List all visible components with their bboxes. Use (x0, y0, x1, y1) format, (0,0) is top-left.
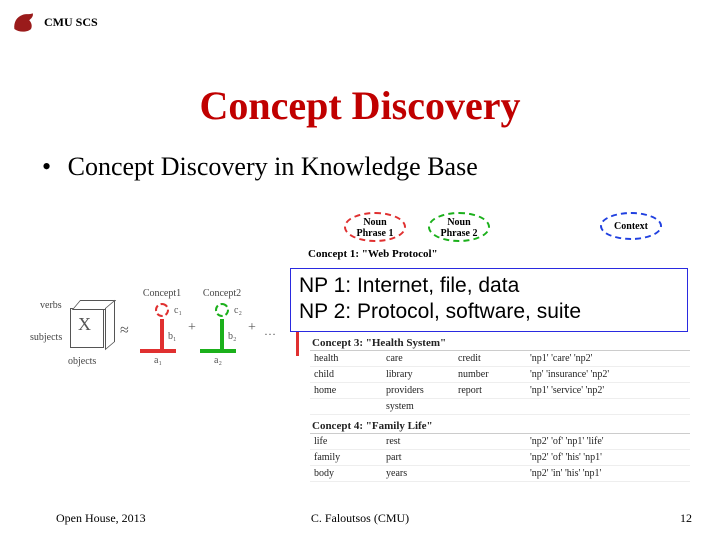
c2-label: c₂ (234, 305, 242, 316)
table-cell (310, 399, 382, 415)
np-callout-box: NP 1: Internet, file, data NP 2: Protoco… (290, 268, 688, 332)
axis-objects-label: objects (68, 356, 96, 367)
oval-noun-phrase-1: Noun Phrase 1 (344, 212, 406, 242)
table-cell (454, 399, 526, 415)
a1-label: a₁ (154, 355, 162, 366)
concept1-col-label: Concept1 (140, 288, 184, 299)
oval-np1-label: Noun Phrase 1 (346, 217, 404, 239)
table-concept-4: Concept 4: "Family Life" life rest 'np2'… (310, 419, 690, 482)
table-cell: system (382, 399, 454, 415)
table-cell: report (454, 383, 526, 399)
table-cell: 'np2' 'of' 'his' 'np1' (526, 450, 690, 466)
b1-bar-icon (160, 319, 164, 349)
ellipsis: … (264, 324, 278, 339)
table-cell: family (310, 450, 382, 466)
a1-bar-icon (140, 349, 176, 353)
concept-header: Noun Phrase 1 Noun Phrase 2 Context Conc… (308, 210, 688, 260)
axis-subjects-label: subjects (30, 332, 62, 343)
oval-context-label: Context (614, 221, 648, 232)
np-line-2: NP 2: Protocol, software, suite (299, 299, 679, 325)
table-cell (454, 450, 526, 466)
red-accent-bar-icon (296, 332, 299, 356)
plus-1: + (188, 320, 196, 336)
concept-1-title: Concept 1: "Web Protocol" (308, 248, 438, 260)
footer-page-number: 12 (680, 511, 692, 526)
table-cell: credit (454, 351, 526, 367)
rank-component-2: Concept2 c₂ b₂ a₂ (200, 288, 244, 363)
bullet-text: Concept Discovery in Knowledge Base (68, 152, 478, 181)
c2-dot-icon (215, 303, 229, 317)
concept-tables: Concept 3: "Health System" health care c… (310, 336, 690, 486)
a2-label: a₂ (214, 355, 222, 366)
b2-label: b₂ (228, 331, 237, 342)
tensor-x-label: X (78, 314, 91, 335)
oval-noun-phrase-2: Noun Phrase 2 (428, 212, 490, 242)
table-cell: providers (382, 383, 454, 399)
footer-center: C. Faloutsos (CMU) (0, 511, 720, 526)
table-cell: care (382, 351, 454, 367)
rank-component-1: Concept1 c₁ b₁ a₁ (140, 288, 184, 363)
table-cell: 'np1' 'service' 'np2' (526, 383, 690, 399)
approx-symbol: ≈ (120, 322, 129, 340)
table-cell (454, 466, 526, 482)
oval-context: Context (600, 212, 662, 240)
table-cell: library (382, 367, 454, 383)
table-cell: child (310, 367, 382, 383)
table-cell: 'np2' 'in' 'his' 'np1' (526, 466, 690, 482)
concept2-col-label: Concept2 (200, 288, 244, 299)
table-cell: rest (382, 434, 454, 450)
table-cell: number (454, 367, 526, 383)
axis-verbs-label: verbs (40, 300, 62, 311)
b1-label: b₁ (168, 331, 177, 342)
table-cell (454, 434, 526, 450)
table-concept-3: Concept 3: "Health System" health care c… (310, 336, 690, 415)
table-cell: years (382, 466, 454, 482)
c1-dot-icon (155, 303, 169, 317)
bullet-line: • Concept Discovery in Knowledge Base (42, 152, 478, 182)
plus-2: + (248, 320, 256, 336)
oval-np2-label: Noun Phrase 2 (430, 217, 488, 239)
table-cell: 'np' 'insurance' 'np2' (526, 367, 690, 383)
b2-bar-icon (220, 319, 224, 349)
table-cell (526, 399, 690, 415)
table-cell: 'np2' 'of' 'np1' 'life' (526, 434, 690, 450)
table-cell: home (310, 383, 382, 399)
np-line-1: NP 1: Internet, file, data (299, 273, 679, 299)
header: CMU SCS (10, 8, 98, 36)
tensor-decomposition-diagram: verbs subjects objects X ≈ Concept1 c₁ b… (40, 280, 300, 390)
a2-bar-icon (200, 349, 236, 353)
table-cell: health (310, 351, 382, 367)
table-cell: 'np1' 'care' 'np2' (526, 351, 690, 367)
slide-title: Concept Discovery (0, 82, 720, 129)
c1-label: c₁ (174, 305, 182, 316)
table-cell: body (310, 466, 382, 482)
scotty-dog-logo-icon (10, 8, 38, 36)
header-org-label: CMU SCS (44, 15, 98, 30)
table-3-title: Concept 3: "Health System" (310, 336, 690, 350)
bullet-dot-icon: • (42, 152, 51, 182)
table-cell: life (310, 434, 382, 450)
table-cell: part (382, 450, 454, 466)
table-4-title: Concept 4: "Family Life" (310, 419, 690, 433)
